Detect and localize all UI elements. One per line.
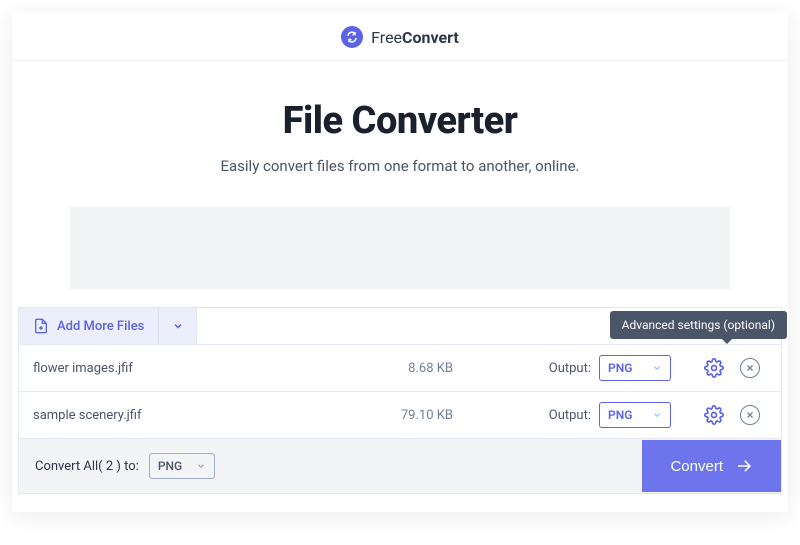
file-name: sample scenery.jfif [33,408,333,423]
add-more-files-dropdown[interactable] [159,308,197,344]
convert-all-format-select[interactable]: PNG [149,453,215,479]
settings-button[interactable] [703,357,725,379]
file-panel: Add More Files Advanced settings (option… [12,307,788,494]
gear-icon [704,405,724,425]
tooltip: Advanced settings (optional) [610,311,787,339]
format-value: PNG [608,361,632,375]
hero: File Converter Easily convert files from… [12,61,788,185]
add-more-files-label: Add More Files [57,319,144,334]
output-label: Output: [539,361,599,376]
remove-button[interactable] [739,357,761,379]
format-select[interactable]: PNG [599,355,671,381]
chevron-down-icon [652,410,662,420]
footer-bar: Convert All( 2 ) to: PNG Convert [18,439,782,494]
format-value: PNG [608,408,632,422]
arrow-right-icon [735,457,753,475]
format-value: PNG [158,459,182,473]
chevron-down-icon [172,320,184,332]
add-more-files-button[interactable]: Add More Files [19,308,159,344]
remove-button[interactable] [739,404,761,426]
file-size: 79.10 KB [333,408,453,423]
brand-text: FreeConvert [371,28,459,47]
close-icon [740,405,760,425]
file-row: Advanced settings (optional) flower imag… [18,345,782,392]
file-plus-icon [33,318,49,334]
output-label: Output: [539,408,599,423]
format-select[interactable]: PNG [599,402,671,428]
chevron-down-icon [652,363,662,373]
file-size: 8.68 KB [333,361,453,376]
file-row: sample scenery.jfif 79.10 KB Output: PNG [18,392,782,439]
file-name: flower images.jfif [33,361,333,376]
page-title: File Converter [12,99,788,143]
logo-icon [341,26,363,48]
convert-all-label: Convert All( 2 ) to: [35,459,139,474]
convert-button-label: Convert [670,458,723,475]
convert-button[interactable]: Convert [642,440,781,492]
gear-icon [704,358,724,378]
ad-slot [70,207,730,289]
page-subtitle: Easily convert files from one format to … [12,157,788,175]
topbar: FreeConvert [12,12,788,61]
settings-button[interactable] [703,404,725,426]
close-icon [740,358,760,378]
chevron-down-icon [196,461,206,471]
